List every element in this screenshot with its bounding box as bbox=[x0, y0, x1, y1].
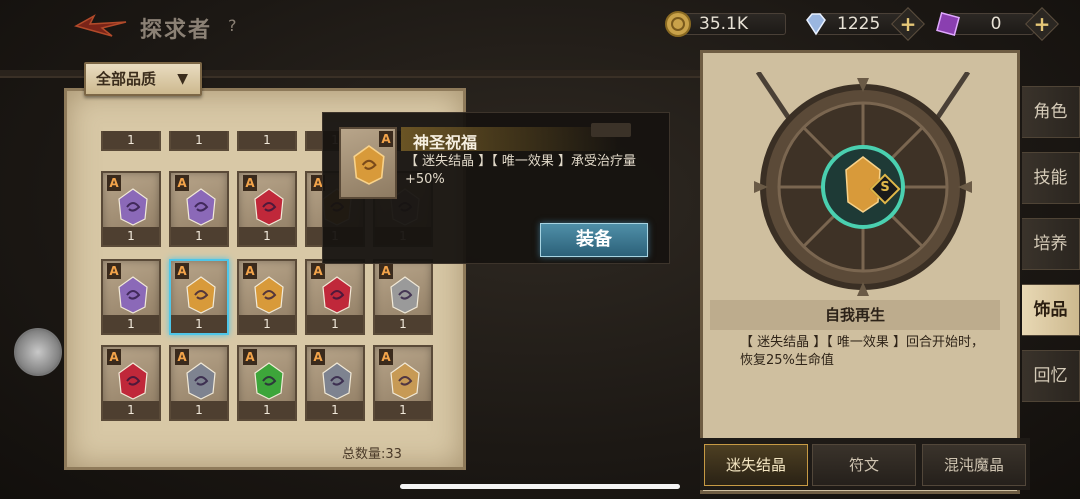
plus-label: + bbox=[1033, 12, 1051, 36]
side-tab-cultivate[interactable]: 培养 bbox=[1022, 218, 1080, 270]
coin-counter: 35.1K bbox=[664, 10, 789, 38]
item-count: 1 bbox=[239, 315, 295, 333]
gem-icon bbox=[322, 362, 352, 400]
gem-icon bbox=[254, 362, 284, 400]
quality-filter-dropdown[interactable]: 全部品质 ▼ bbox=[84, 62, 202, 96]
inventory-item[interactable]: 1 bbox=[101, 131, 161, 151]
gem-icon bbox=[390, 276, 420, 314]
gem-icon bbox=[186, 362, 216, 400]
inventory-item[interactable]: A1 bbox=[101, 345, 161, 421]
tooltip-title: 神圣祝福 bbox=[413, 133, 478, 152]
item-count: 1 bbox=[171, 401, 227, 419]
side-tab-memory[interactable]: 回忆 bbox=[1022, 350, 1080, 402]
gem-icon bbox=[186, 276, 216, 314]
purple-crystal-icon bbox=[936, 12, 960, 36]
inventory-item[interactable]: A1 bbox=[169, 345, 229, 421]
gem-icon bbox=[254, 276, 284, 314]
inventory-item[interactable]: A1 bbox=[101, 259, 161, 335]
item-count: 1 bbox=[103, 131, 159, 149]
tab-lost-crystal[interactable]: 迷失结晶 bbox=[704, 444, 808, 486]
inventory-item[interactable]: 1 bbox=[169, 131, 229, 151]
inventory-item[interactable]: A1 bbox=[373, 259, 433, 335]
gem-icon bbox=[390, 362, 420, 400]
back-icon[interactable] bbox=[72, 12, 130, 40]
equip-button[interactable]: 装备 bbox=[540, 223, 648, 257]
inventory-item[interactable]: A1 bbox=[305, 259, 365, 335]
home-indicator bbox=[400, 484, 680, 489]
inventory-item[interactable]: A1 bbox=[237, 171, 297, 247]
inventory-item[interactable]: A1 bbox=[373, 345, 433, 421]
item-count: 1 bbox=[239, 131, 295, 149]
gem-icon bbox=[254, 188, 284, 226]
help-icon[interactable]: ? bbox=[228, 16, 237, 35]
tab-rune[interactable]: 符文 bbox=[812, 444, 916, 486]
tooltip-item-thumb: A bbox=[339, 127, 397, 199]
inventory-item[interactable]: A1 bbox=[305, 345, 365, 421]
skill-desc: 【 迷失结晶 】【 唯一效果 】回合开始时，恢复25%生命值 bbox=[740, 335, 985, 368]
filter-label: 全部品质 bbox=[96, 70, 157, 88]
inventory-item[interactable]: A1 bbox=[101, 171, 161, 247]
inventory-item[interactable]: A1 bbox=[169, 259, 229, 335]
tooltip-desc: 【 迷失结晶 】【 唯一效果 】承受治疗量+50% bbox=[405, 154, 637, 187]
item-count: 1 bbox=[171, 227, 227, 245]
item-count: 1 bbox=[103, 401, 159, 419]
item-count: 1 bbox=[307, 315, 363, 333]
inventory-item[interactable]: 1 bbox=[237, 131, 297, 151]
gem-icon bbox=[118, 188, 148, 226]
plus-label: + bbox=[899, 12, 917, 36]
inventory-item[interactable]: A1 bbox=[237, 259, 297, 335]
grade-badge: A bbox=[379, 131, 393, 147]
item-count: 1 bbox=[239, 401, 295, 419]
item-count: 1 bbox=[171, 315, 227, 333]
skill-name: 自我再生 bbox=[710, 300, 1000, 330]
inventory-item[interactable]: A1 bbox=[237, 345, 297, 421]
gem-icon bbox=[322, 276, 352, 314]
coin-value: 35.1K bbox=[678, 13, 786, 35]
item-count: 1 bbox=[103, 227, 159, 245]
item-count: 1 bbox=[171, 131, 227, 149]
side-tab-character[interactable]: 角色 bbox=[1022, 86, 1080, 138]
item-count: 1 bbox=[375, 315, 431, 333]
gem-icon bbox=[118, 276, 148, 314]
coin-icon bbox=[665, 11, 691, 37]
side-tab-skills[interactable]: 技能 bbox=[1022, 152, 1080, 204]
item-count: 1 bbox=[375, 401, 431, 419]
item-count: 1 bbox=[103, 315, 159, 333]
crystal-counter: 0 bbox=[934, 10, 1034, 38]
accessory-medallion bbox=[754, 72, 972, 296]
lock-toggle[interactable] bbox=[591, 123, 631, 137]
item-count: 1 bbox=[239, 227, 295, 245]
inventory-item[interactable]: A1 bbox=[169, 171, 229, 247]
gem-icon bbox=[186, 188, 216, 226]
gem-icon bbox=[118, 362, 148, 400]
slot-badge-label: S bbox=[880, 180, 890, 195]
side-tab-accessory[interactable]: 饰品 bbox=[1022, 284, 1080, 336]
total-count: 总数量:33 bbox=[342, 447, 402, 462]
diamond-icon bbox=[806, 13, 826, 36]
tab-chaos-crystal[interactable]: 混沌魔晶 bbox=[922, 444, 1026, 486]
page-title: 探求者 bbox=[140, 18, 213, 43]
gem-icon bbox=[353, 145, 385, 185]
chevron-down-icon: ▼ bbox=[177, 71, 188, 87]
spin-wheel-button[interactable] bbox=[14, 328, 62, 376]
item-count: 1 bbox=[307, 401, 363, 419]
